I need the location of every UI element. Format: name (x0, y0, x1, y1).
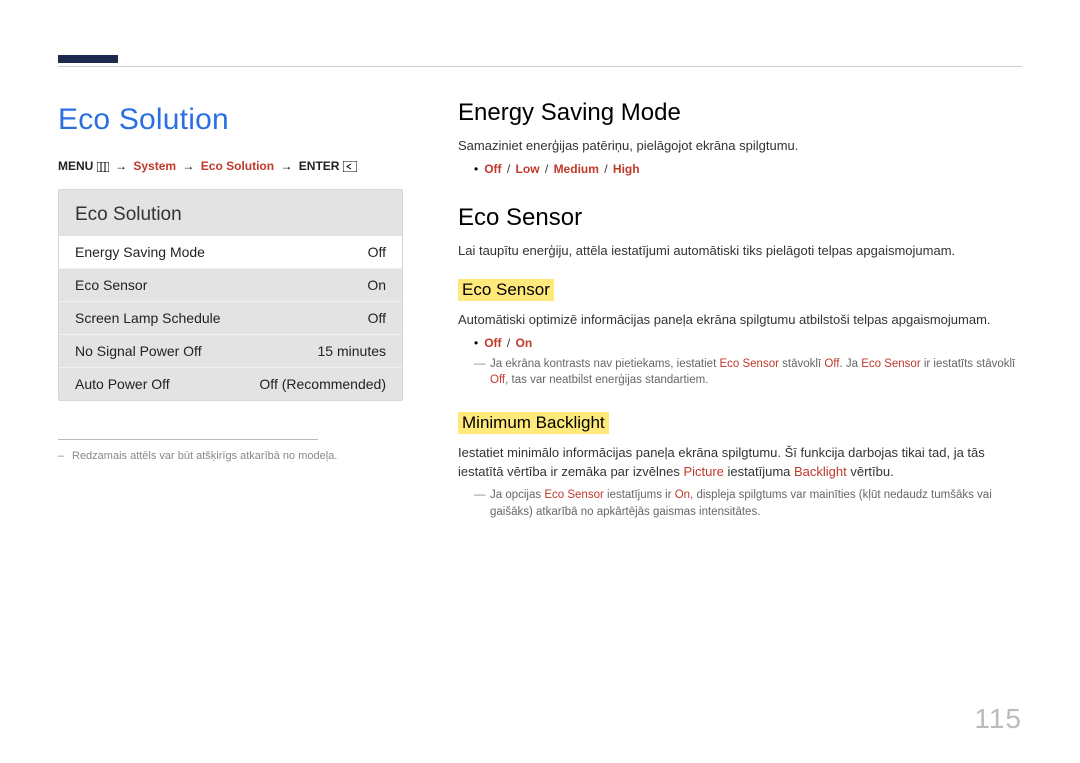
left-divider (58, 439, 318, 440)
page-number: 115 (974, 703, 1022, 735)
panel-row[interactable]: Eco Sensor On (59, 268, 402, 301)
panel-row[interactable]: Screen Lamp Schedule Off (59, 301, 402, 334)
panel-row-label: Eco Sensor (75, 277, 147, 293)
sub2-desc: Iestatiet minimālo informācijas paneļa e… (458, 444, 1022, 482)
energy-options: •Off / Low / Medium / High (474, 162, 1022, 176)
section-indicator (58, 55, 118, 63)
breadcrumb: MENU → System → Eco Solution → ENTER (58, 159, 403, 173)
subheading-min-backlight: Minimum Backlight (458, 412, 609, 434)
panel-row-value: Off (Recommended) (259, 376, 386, 392)
enter-icon (343, 161, 357, 172)
sub1-options: •Off / On (474, 336, 1022, 350)
crumb-menu: MENU (58, 159, 93, 173)
panel-row[interactable]: Energy Saving Mode Off (59, 236, 402, 268)
left-footnote: –Redzamais attēls var būt atšķirīgs atka… (58, 450, 403, 462)
panel-row[interactable]: Auto Power Off Off (Recommended) (59, 367, 402, 400)
panel-row-value: On (367, 277, 386, 293)
crumb-enter: ENTER (299, 159, 340, 173)
page-title: Eco Solution (58, 103, 403, 137)
crumb-system: System (133, 159, 176, 173)
panel-row-value: Off (368, 310, 386, 326)
left-column: Eco Solution MENU → System → Eco Solutio… (58, 103, 403, 520)
sub2-note: ― Ja opcijas Eco Sensor iestatījums ir O… (474, 487, 1022, 519)
panel-row[interactable]: No Signal Power Off 15 minutes (59, 334, 402, 367)
top-rule (58, 66, 1022, 67)
panel-title: Eco Solution (59, 190, 402, 236)
settings-panel: Eco Solution Energy Saving Mode Off Eco Se… (58, 189, 403, 401)
subheading-eco-sensor: Eco Sensor (458, 279, 554, 301)
energy-desc: Samaziniet enerģijas patēriņu, pielāgojo… (458, 137, 1022, 156)
heading-eco-sensor: Eco Sensor (458, 204, 1022, 232)
panel-row-value: Off (368, 244, 386, 260)
sub1-note: ― Ja ekrāna kontrasts nav pietiekams, ie… (474, 356, 1022, 388)
crumb-eco: Eco Solution (201, 159, 274, 173)
panel-row-label: Energy Saving Mode (75, 244, 205, 260)
heading-energy-saving: Energy Saving Mode (458, 99, 1022, 127)
menu-grid-icon (97, 162, 109, 172)
panel-row-label: Auto Power Off (75, 376, 170, 392)
right-column: Energy Saving Mode Samaziniet enerģijas … (403, 103, 1022, 520)
sub1-desc: Automātiski optimizē informācijas paneļa… (458, 311, 1022, 330)
eco-sensor-desc: Lai taupītu enerģiju, attēla iestatījumi… (458, 242, 1022, 261)
panel-row-label: No Signal Power Off (75, 343, 202, 359)
panel-row-label: Screen Lamp Schedule (75, 310, 221, 326)
panel-row-value: 15 minutes (318, 343, 386, 359)
